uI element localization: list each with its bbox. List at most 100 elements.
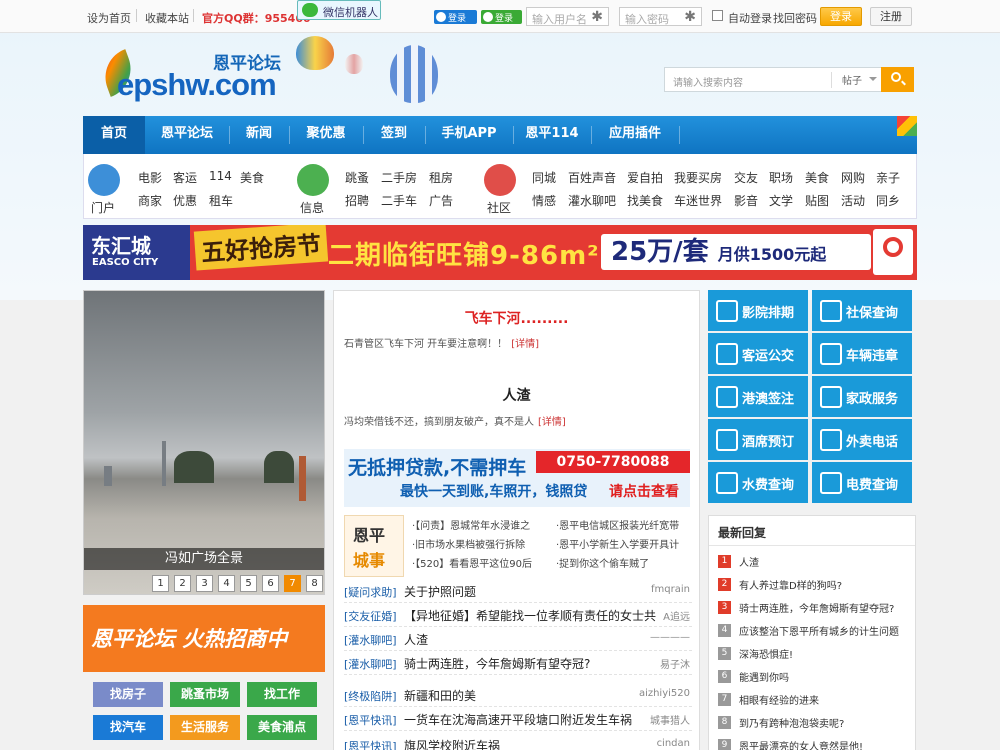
slide-page-button[interactable]: 2 xyxy=(174,575,191,592)
nav-news[interactable]: 新闻 xyxy=(229,116,289,154)
latest-reply-item[interactable]: 5 深海恐惧症! xyxy=(718,645,914,665)
promo-banner[interactable]: 恩平论坛 火热招商中 xyxy=(83,605,325,672)
photo-slideshow[interactable]: 冯如广场全景 1 2 3 4 5 6 7 8 xyxy=(83,290,325,595)
detail-link[interactable]: [详情] xyxy=(538,417,566,428)
thread-row[interactable]: [终极陷阱] 新疆和田的美 aizhiyi520 xyxy=(344,683,692,707)
thread-title[interactable]: 旗风学校附近车祸 xyxy=(404,737,500,750)
slide-page-button[interactable]: 4 xyxy=(218,575,235,592)
thread-author[interactable]: A追远 xyxy=(663,608,690,623)
community-link[interactable]: 灌水聊吧 xyxy=(568,192,616,209)
portal-link[interactable]: 电影 xyxy=(138,169,162,186)
nav-home[interactable]: 首页 xyxy=(83,116,145,154)
service-traffic-violation-button[interactable]: 车辆违章 xyxy=(812,333,912,374)
nav-forum[interactable]: 恩平论坛 xyxy=(145,116,229,154)
qq-login-button[interactable]: 登录 xyxy=(434,10,477,24)
community-link[interactable]: 亲子 xyxy=(876,169,900,186)
thread-category[interactable]: [疑问求助] xyxy=(344,584,397,600)
info-link[interactable]: 二手房 xyxy=(381,169,417,186)
thread-row[interactable]: [疑问求助] 关于护照问题 fmqrain xyxy=(344,579,692,603)
community-link[interactable]: 同乡 xyxy=(876,192,900,209)
community-link[interactable]: 情感 xyxy=(532,192,556,209)
service-hk-macau-visa-button[interactable]: 港澳签注 xyxy=(708,376,808,417)
portal-link[interactable]: 商家 xyxy=(138,192,162,209)
headline-title[interactable]: 飞车下河......... xyxy=(334,308,699,328)
latest-reply-title[interactable]: 有人养过靠D样的狗吗? xyxy=(739,577,842,592)
latest-reply-title[interactable]: 到乃有跨种泡泡袋卖呢? xyxy=(739,715,844,730)
password-input[interactable]: 输入密码 ✱ xyxy=(619,7,702,26)
thread-author[interactable]: 城事猎人 xyxy=(650,712,690,727)
slide-page-button[interactable]: 8 xyxy=(306,575,323,592)
community-link[interactable]: 爱自拍 xyxy=(627,169,663,186)
left-tag-button[interactable]: 跳蚤市场 xyxy=(170,682,240,707)
thread-author[interactable]: ———— xyxy=(650,632,690,643)
thread-title[interactable]: 一货车在沈海高速开平段塘口附近发生车祸 xyxy=(404,711,632,728)
left-tag-button[interactable]: 找房子 xyxy=(93,682,163,707)
service-takeout-button[interactable]: 外卖电话 xyxy=(812,419,912,460)
loan-ad-banner[interactable]: 无抵押贷款,不需押车 0750-7780088 最快一天到账,车照开，钱照贷 请… xyxy=(344,449,690,507)
nav-checkin[interactable]: 签到 xyxy=(363,116,425,154)
service-bus-button[interactable]: 客运公交 xyxy=(708,333,808,374)
search-category-select[interactable]: 帖子 xyxy=(831,72,881,88)
city-news-link[interactable]: ·【问责】恩城常年水浸谁之 xyxy=(412,517,530,532)
latest-reply-item[interactable]: 4 应该整治下恩平所有城乡的计生问题 xyxy=(718,622,914,642)
thread-author[interactable]: aizhiyi520 xyxy=(639,688,690,699)
detail-link[interactable]: [详情] xyxy=(511,339,539,350)
service-cinema-button[interactable]: 影院排期 xyxy=(708,290,808,331)
latest-reply-title[interactable]: 应该整治下恩平所有城乡的计生问题 xyxy=(739,623,899,638)
city-news-link[interactable]: ·恩平小学新生入学要开具计 xyxy=(556,536,679,551)
community-link[interactable]: 美食 xyxy=(805,169,829,186)
community-link[interactable]: 交友 xyxy=(734,169,758,186)
portal-link[interactable]: 优惠 xyxy=(173,192,197,209)
portal-link[interactable]: 美食 xyxy=(240,169,264,186)
portal-link[interactable]: 租车 xyxy=(209,192,233,209)
thread-category[interactable]: [终极陷阱] xyxy=(344,688,397,704)
city-news-link[interactable]: ·【520】看看恩平这位90后 xyxy=(412,555,532,570)
nav-mobile-app[interactable]: 手机APP xyxy=(425,116,513,154)
thread-title[interactable]: 关于护照问题 xyxy=(404,583,476,600)
slide-page-button[interactable]: 3 xyxy=(196,575,213,592)
info-link[interactable]: 跳蚤 xyxy=(345,169,369,186)
service-housekeeping-button[interactable]: 家政服务 xyxy=(812,376,912,417)
info-link[interactable]: 广告 xyxy=(429,192,453,209)
thread-category[interactable]: [恩平快讯] xyxy=(344,712,397,728)
city-news-link[interactable]: ·恩平电信城区报装光纤宽带 xyxy=(556,517,679,532)
community-link[interactable]: 文学 xyxy=(769,192,793,209)
nav-deals[interactable]: 聚优惠 xyxy=(289,116,363,154)
service-water-bill-button[interactable]: 水费查询 xyxy=(708,462,808,503)
thread-row[interactable]: [恩平快讯] 旗风学校附近车祸 cindan xyxy=(344,733,692,750)
city-news-link[interactable]: ·旧市场水果档被强行拆除 xyxy=(412,536,525,551)
latest-reply-title[interactable]: 深海恐惧症! xyxy=(739,646,793,661)
thread-row[interactable]: [恩平快讯] 一货车在沈海高速开平段塘口附近发生车祸 城事猎人 xyxy=(344,707,692,731)
community-link[interactable]: 找美食 xyxy=(627,192,663,209)
auto-login-checkbox[interactable] xyxy=(712,10,723,21)
latest-reply-item[interactable]: 6 能遇到你吗 xyxy=(718,668,914,688)
city-news-link[interactable]: ·捉到你这个偷车贼了 xyxy=(556,555,649,570)
real-estate-banner[interactable]: 东汇城 EASCO CITY 五好抢房节 二期临街旺铺9-86m² 25万/套 … xyxy=(83,225,917,280)
thread-author[interactable]: fmqrain xyxy=(651,584,690,595)
community-link[interactable]: 同城 xyxy=(532,169,556,186)
slide-page-button[interactable]: 1 xyxy=(152,575,169,592)
search-input[interactable]: 请输入搜索内容 xyxy=(673,74,743,89)
thread-category[interactable]: [交友征婚] xyxy=(344,608,397,624)
community-link[interactable]: 我要买房 xyxy=(674,169,722,186)
info-link[interactable]: 租房 xyxy=(429,169,453,186)
thread-title[interactable]: 人渣 xyxy=(404,631,428,648)
thread-title[interactable]: 骑士两连胜，今年詹姆斯有望夺冠? xyxy=(404,655,590,672)
portal-link[interactable]: 客运 xyxy=(173,169,197,186)
slide-page-button[interactable]: 6 xyxy=(262,575,279,592)
community-link[interactable]: 车迷世界 xyxy=(674,192,722,209)
latest-reply-title[interactable]: 人渣 xyxy=(739,554,759,569)
latest-reply-title[interactable]: 骑士两连胜，今年詹姆斯有望夺冠? xyxy=(739,600,894,615)
left-tag-button[interactable]: 找工作 xyxy=(247,682,317,707)
register-button[interactable]: 注册 xyxy=(870,7,912,26)
latest-reply-title[interactable]: 恩平最漂亮的女人竟然是他! xyxy=(739,738,863,750)
username-input[interactable]: 输入用户名 ✱ xyxy=(526,7,609,26)
left-tag-button[interactable]: 找汽车 xyxy=(93,715,163,740)
latest-reply-item[interactable]: 9 恩平最漂亮的女人竟然是他! xyxy=(718,737,914,750)
community-link[interactable]: 百姓声音 xyxy=(568,169,616,186)
bookmark-link[interactable]: 收藏本站 xyxy=(145,10,189,26)
portal-link[interactable]: 114 xyxy=(209,169,232,183)
wechat-bot-button[interactable]: 微信机器人 xyxy=(297,0,381,20)
service-electric-bill-button[interactable]: 电费查询 xyxy=(812,462,912,503)
slide-page-button-active[interactable]: 7 xyxy=(284,575,301,592)
